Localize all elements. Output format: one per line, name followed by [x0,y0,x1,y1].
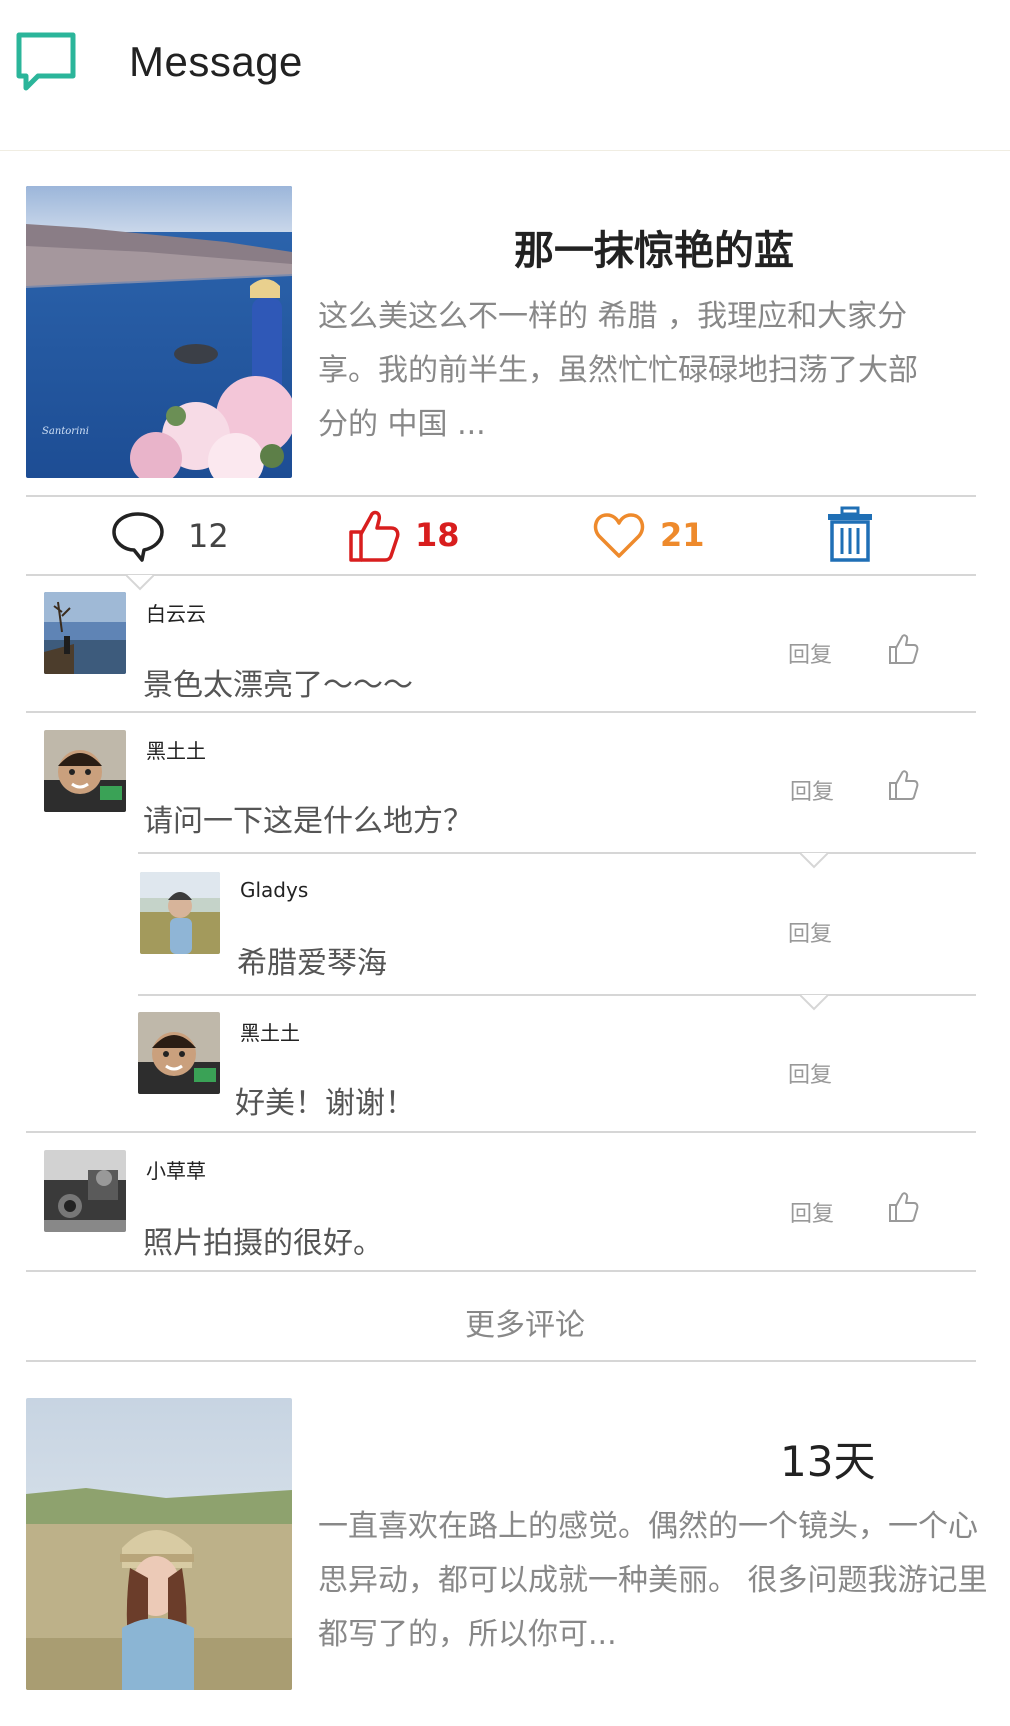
reply-button[interactable]: 回复 [790,1196,834,1228]
thumbs-up-icon[interactable] [886,768,920,802]
comment-count: 12 [188,517,229,555]
post-image[interactable]: Santorini [26,186,292,478]
heart-icon [593,513,645,558]
avatar[interactable] [44,730,126,812]
avatar[interactable] [140,872,220,954]
reply-button[interactable]: 回复 [788,1057,832,1089]
commenter-name: 黑土土 [146,739,206,763]
commenter-name: 黑土土 [240,1021,300,1045]
commenter-name: 小草草 [146,1159,206,1183]
notch-icon [800,995,828,1011]
comment-action[interactable]: 12 [110,510,229,562]
divider [26,1131,976,1133]
thumbs-up-icon [349,510,400,562]
app-header: Message [0,0,1010,151]
divider [26,574,976,576]
like-count: 18 [415,516,460,554]
image-caption: Santorini [42,426,89,437]
comment-text: 请问一下这是什么地方？ [143,804,473,839]
divider [26,495,976,497]
reply-button[interactable]: 回复 [788,637,832,669]
post-image[interactable] [26,1398,292,1690]
page-title: Message [129,38,303,85]
divider [138,852,976,854]
notch-icon [126,575,154,591]
favorite-action[interactable]: 21 [592,510,705,560]
avatar[interactable] [44,1150,126,1232]
post-excerpt: 一直喜欢在路上的感觉。偶然的一个镜头，一个心思异动，都可以成就一种美丽。 很多问… [318,1509,988,1652]
avatar[interactable] [138,1012,220,1094]
post-title[interactable]: 那一抹惊艳的蓝 [514,218,794,276]
more-comments-link[interactable]: 更多评论 [465,1300,585,1344]
reply-button[interactable]: 回复 [788,916,832,948]
divider [26,1270,976,1272]
days-label: 13天 [780,1437,876,1486]
reply-button[interactable]: 回复 [790,774,834,806]
divider [26,1360,976,1362]
avatar[interactable] [44,592,126,674]
comment-text: 好美！谢谢！ [235,1086,415,1121]
thumbs-up-icon[interactable] [886,632,920,666]
notch-icon [800,853,828,869]
comment-text: 照片拍摄的很好。 [143,1226,383,1261]
comment-text: 景色太漂亮了～～～ [143,668,413,703]
thumbs-up-icon[interactable] [886,1190,920,1224]
post-excerpt: 这么美这么不一样的 希腊 ，我理应和大家分享。我的前半生，虽然忙忙碌碌地扫荡了大… [318,299,918,442]
commenter-name: Gladys [240,878,309,902]
divider [138,994,976,996]
like-action[interactable]: 18 [345,506,460,564]
divider [26,711,976,713]
comment-text: 希腊爱琴海 [237,946,387,981]
favorite-count: 21 [660,516,705,554]
chat-bubble-icon[interactable] [14,30,78,94]
trash-icon[interactable] [826,506,874,564]
comment-icon [112,512,164,562]
commenter-name: 白云云 [146,602,206,626]
